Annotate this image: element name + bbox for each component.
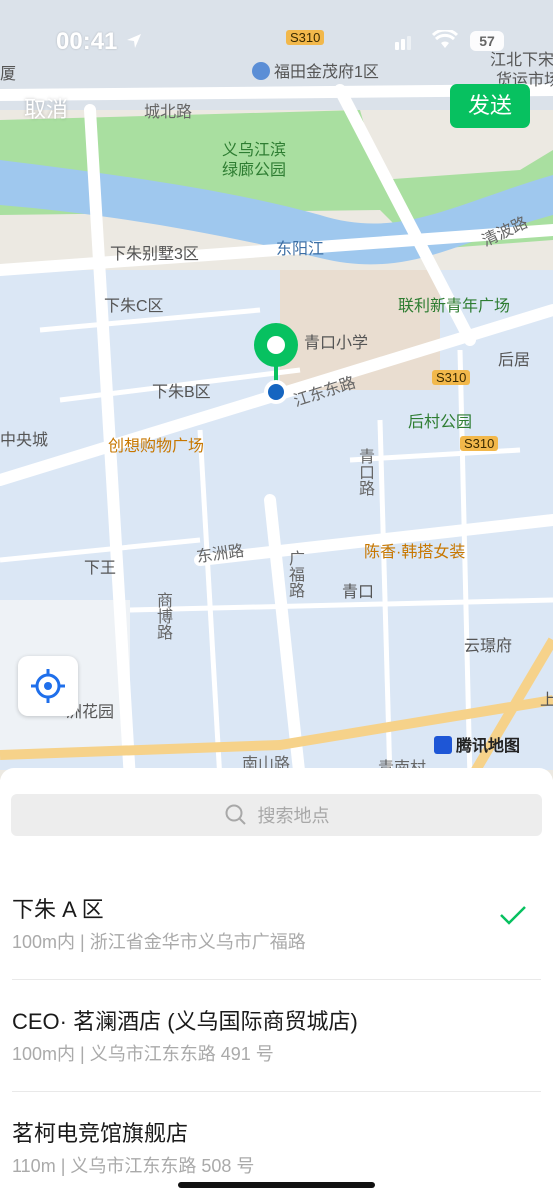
poi-label: 上 (540, 692, 553, 709)
location-result-item[interactable]: 下朱 A 区 100m内 | 浙江省金华市义乌市广福路 (0, 868, 553, 980)
compass-icon (434, 736, 452, 754)
poi-label: 青口小学 (304, 335, 369, 352)
brand-text: 腾讯地图 (456, 738, 521, 755)
cancel-button[interactable]: 取消 (24, 92, 68, 124)
location-title: CEO· 茗澜酒店 (义乌国际商贸城店) (12, 1009, 358, 1034)
wifi-icon (432, 30, 458, 48)
search-placeholder: 搜索地点 (257, 806, 330, 826)
signal-icon (395, 36, 411, 50)
status-time: 00:41 (56, 28, 118, 55)
road-label: 青口路 (356, 448, 373, 496)
location-title: 茗柯电竞馆旗舰店 (12, 1121, 189, 1146)
poi-label: 后居 (498, 352, 531, 369)
road-label: 城北路 (144, 104, 193, 121)
location-sheet: 搜索地点 下朱 A 区 100m内 | 浙江省金华市义乌市广福路 CEO· 茗澜… (0, 768, 553, 1200)
road-label: 商博路 (154, 592, 171, 640)
poi-label: 云璟府 (464, 638, 513, 655)
map-brand-logo: 腾讯地图 (434, 732, 520, 756)
poi-label: 联利新青年广场 (398, 298, 511, 315)
poi-label: 下朱别墅3区 (110, 246, 199, 263)
road-shield: S310 (432, 370, 471, 385)
poi-label: 后村公园 (408, 414, 473, 431)
poi-label: 陈香·韩搭女装 (364, 544, 466, 561)
poi-label: 下朱B区 (152, 384, 211, 401)
location-subtitle: 100m内 | 义乌市江东东路 491 号 (12, 1044, 274, 1064)
search-icon (225, 804, 246, 825)
water-label: 东阳江 (276, 241, 325, 258)
poi-label: 青口 (342, 584, 375, 601)
location-subtitle: 100m内 | 浙江省金华市义乌市广福路 (12, 932, 306, 952)
home-indicator (178, 1182, 375, 1188)
poi-label: 下朱C区 (104, 298, 164, 315)
poi-label: 创想购物广场 (108, 438, 205, 455)
search-bar[interactable]: 搜索地点 (11, 794, 542, 836)
location-arrow-icon (127, 34, 141, 48)
locate-me-button[interactable] (18, 656, 78, 716)
battery-indicator: 57 (470, 31, 504, 51)
status-bar: 00:41 57 (0, 0, 553, 80)
send-button[interactable]: 发送 (450, 84, 530, 128)
location-result-item[interactable]: CEO· 茗澜酒店 (义乌国际商贸城店) 100m内 | 义乌市江东东路 491… (0, 980, 553, 1092)
road-shield: S310 (460, 436, 499, 451)
road-label: 广福路 (286, 550, 303, 598)
crosshair-icon (31, 669, 65, 703)
poi-label: 下王 (84, 560, 117, 577)
location-title: 下朱 A 区 (12, 897, 104, 922)
checkmark-icon (500, 906, 526, 925)
poi-label: 中央城 (0, 432, 49, 449)
park-label: 绿廊公园 (222, 162, 287, 179)
location-subtitle: 110m | 义乌市江东东路 508 号 (12, 1156, 255, 1176)
